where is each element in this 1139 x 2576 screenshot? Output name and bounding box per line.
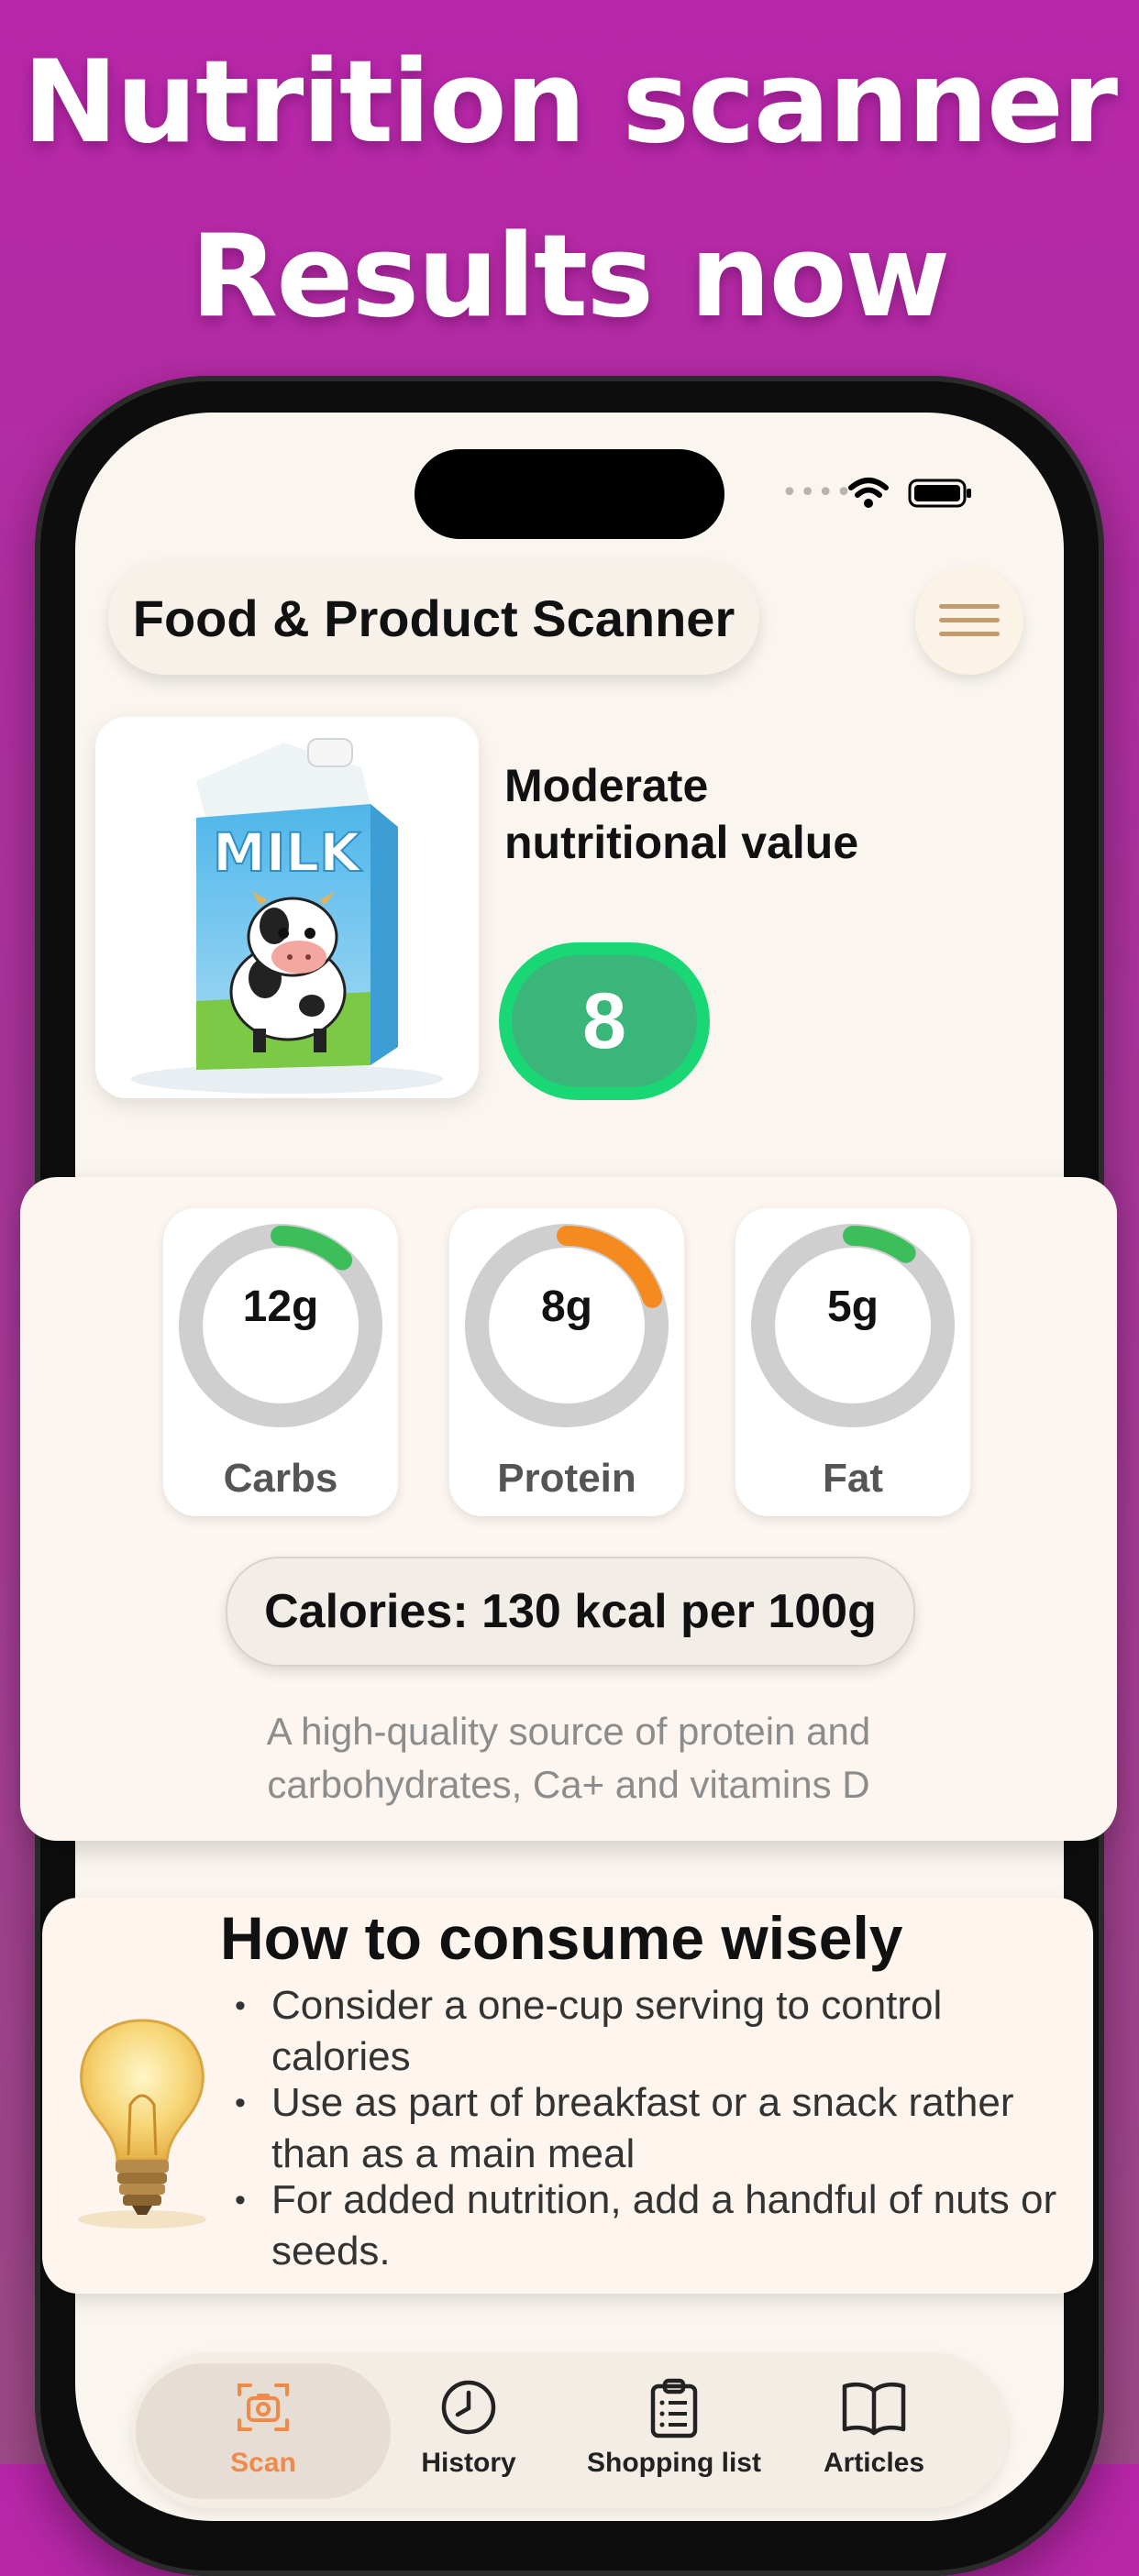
- nutrition-score: 8: [512, 955, 697, 1087]
- tab-scan-label: Scan: [230, 2448, 296, 2478]
- tab-scan[interactable]: Scan: [158, 2352, 369, 2499]
- menu-button[interactable]: [915, 567, 1023, 675]
- fat-label: Fat: [823, 1456, 883, 1501]
- calories-pill: Calories: 130 kcal per 100g: [226, 1557, 915, 1667]
- protein-label: Protein: [497, 1456, 636, 1501]
- fat-value: 5g: [826, 1282, 879, 1331]
- nutrition-verdict: Moderate nutritional value: [504, 760, 859, 868]
- wifi-icon: [848, 478, 889, 508]
- tips-title: How to consume wisely: [220, 1904, 903, 1972]
- macro-card-protein: 8g Protein: [449, 1208, 684, 1516]
- tip-text: Use as part of breakfast or a snack rath…: [271, 2080, 1014, 2176]
- description-line-2: carbohydrates, Ca+ and vitamins D: [267, 1763, 870, 1806]
- product-image: MILK: [95, 717, 479, 1098]
- tab-shopping-list[interactable]: Shopping list: [569, 2352, 780, 2499]
- macro-card-carbs: 12g Carbs: [163, 1208, 398, 1516]
- tip-item: • Use as part of breakfast or a snack rat…: [235, 2080, 1014, 2176]
- tip-item: • Consider a one-cup serving to control c…: [235, 1983, 943, 2079]
- tab-shopping-list-label: Shopping list: [587, 2448, 761, 2478]
- milk-carton-illustration: MILK: [95, 717, 479, 1098]
- protein-value: 8g: [540, 1282, 592, 1331]
- hamburger-icon: [939, 604, 1000, 636]
- dynamic-island: [415, 449, 724, 539]
- product-description: A high-quality source of protein and car…: [147, 1705, 990, 1811]
- macro-card-fat: 5g Fat: [735, 1208, 970, 1516]
- book-icon: [842, 2382, 906, 2436]
- app-title: Food & Product Scanner: [108, 561, 759, 675]
- tip-text: Consider a one-cup serving to control ca…: [271, 1983, 943, 2079]
- tab-articles-label: Articles: [823, 2448, 925, 2478]
- battery-icon: [908, 479, 971, 508]
- signal-dots: ••••: [781, 477, 854, 509]
- carbs-label: Carbs: [223, 1456, 338, 1501]
- carton-label: MILK: [213, 821, 362, 884]
- camera-icon: [238, 2383, 289, 2431]
- headline-line-2: Results now: [190, 211, 950, 343]
- tab-history[interactable]: History: [363, 2352, 574, 2499]
- clipboard-icon: [650, 2378, 698, 2438]
- clock-icon: [441, 2380, 496, 2435]
- tab-articles[interactable]: Articles: [769, 2352, 979, 2499]
- tab-history-label: History: [421, 2448, 516, 2478]
- lightbulb-icon: [78, 2019, 206, 2229]
- tips-list: • Consider a one-cup serving to control c…: [235, 1980, 1088, 2277]
- description-line-1: A high-quality source of protein and: [266, 1710, 871, 1753]
- carbs-value: 12g: [242, 1282, 319, 1331]
- tip-text: For added nutrition, add a handful of nu…: [271, 2177, 1057, 2273]
- headline-line-1: Nutrition scanner: [22, 37, 1118, 169]
- nutrition-score-badge: 8: [499, 942, 710, 1100]
- tip-item: • For added nutrition, add a handful of n…: [235, 2177, 1057, 2273]
